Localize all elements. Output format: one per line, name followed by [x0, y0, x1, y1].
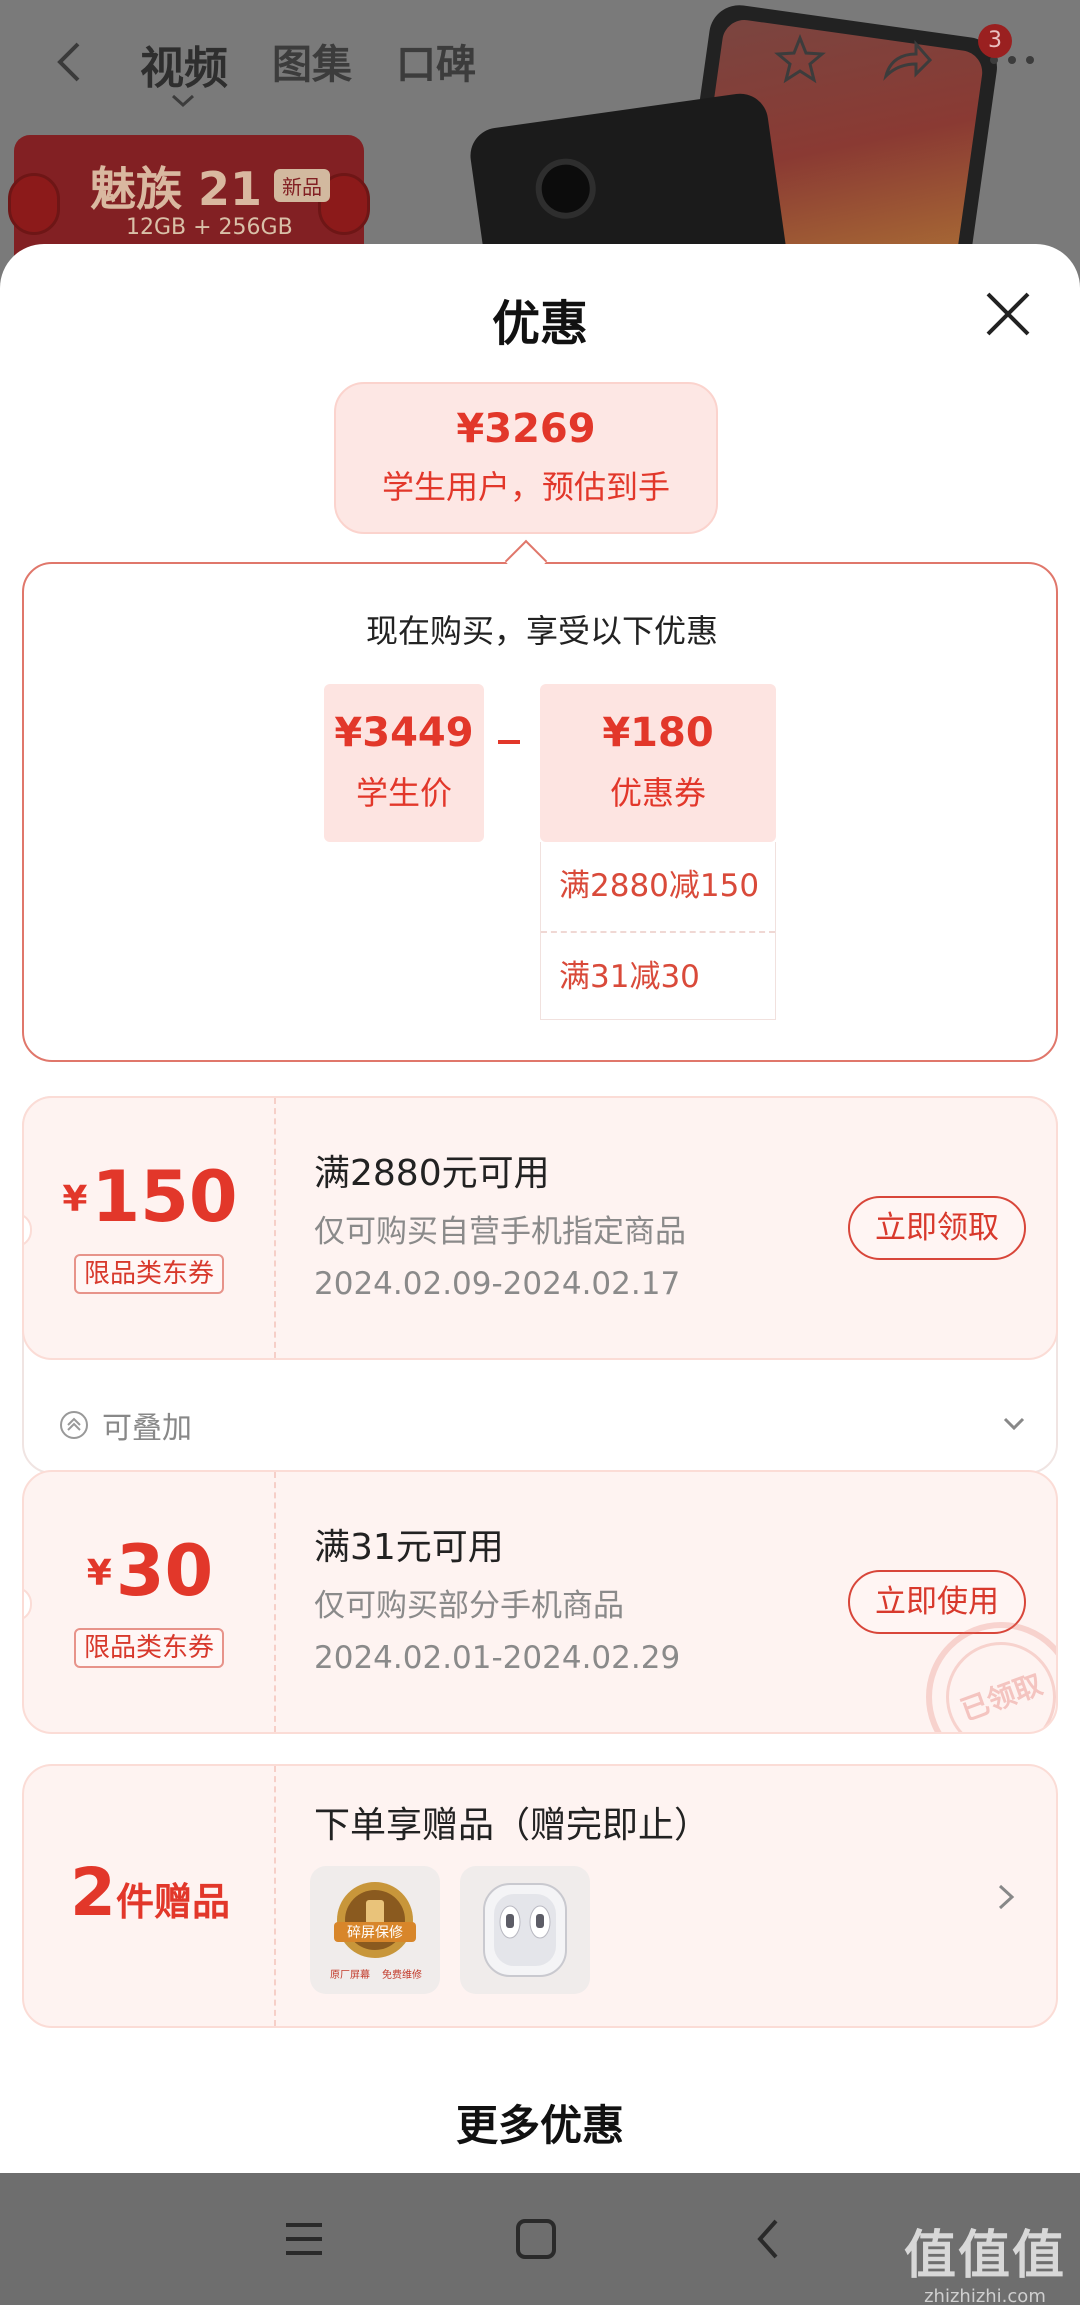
- coupon-value: 150: [91, 1156, 238, 1238]
- estimated-price: ¥3269: [456, 406, 596, 452]
- home-icon[interactable]: [508, 2211, 564, 2267]
- coupon-card: ¥150 限品类东券 满2880元可用 仅可购买自营手机指定商品 2024.02…: [22, 1096, 1058, 1360]
- tab-video[interactable]: 视频: [140, 32, 228, 96]
- coupon-tag: 限品类东券: [74, 1254, 224, 1294]
- banner-new-tag: 新品: [274, 169, 330, 202]
- gift-card[interactable]: 2件赠品 下单享赠品（赠完即止） 碎屏保修 原厂屏幕 免费维修: [22, 1764, 1058, 2028]
- gift-badge-text: 碎屏保修: [347, 1925, 403, 1941]
- menu-icon[interactable]: [276, 2211, 332, 2267]
- banner-title: 魅族 21: [90, 162, 263, 216]
- top-nav: 视频 图集 口碑 3: [0, 22, 1080, 108]
- gift-count: 2件赠品: [24, 1854, 276, 1931]
- coupon-desc: 仅可购买部分手机商品: [314, 1588, 624, 1624]
- coupon-date: 2024.02.01-2024.02.29: [314, 1640, 681, 1676]
- coupon-rules: 满2880减150 满31减30: [540, 842, 776, 1020]
- coupon-desc: 仅可购买自营手机指定商品: [314, 1214, 686, 1250]
- tab-gallery[interactable]: 图集: [272, 32, 352, 96]
- breakdown-title: 现在购买，享受以下优惠: [365, 612, 718, 650]
- student-price-label: 学生价: [355, 774, 452, 812]
- student-price-value: ¥3449: [334, 710, 474, 756]
- gift-title: 下单享赠品（赠完即止）: [314, 1805, 711, 1846]
- watermark: 值值值 zhizhizhi.com: [904, 2213, 1066, 2305]
- coupon-total-label: 优惠券: [609, 774, 706, 812]
- top-actions: 3: [772, 24, 1040, 90]
- coupon-date: 2024.02.09-2024.02.17: [314, 1266, 681, 1302]
- watermark-url: zhizhizhi.com: [924, 2286, 1046, 2305]
- currency-symbol: ¥: [86, 1553, 112, 1594]
- coupon-value: 30: [115, 1530, 214, 1612]
- stackable-label: 可叠加: [102, 1411, 192, 1446]
- top-tabs: 视频 图集 口碑: [140, 32, 476, 96]
- sheet-title: 优惠: [491, 296, 588, 352]
- claim-coupon-button[interactable]: 立即领取: [848, 1196, 1026, 1260]
- back-icon[interactable]: [742, 2211, 798, 2267]
- earbuds-gift-image: [460, 1866, 590, 1994]
- close-icon[interactable]: [980, 286, 1036, 342]
- star-icon[interactable]: [772, 32, 828, 88]
- coupon-tag: 限品类东券: [74, 1628, 224, 1668]
- coupon-rule: 满31减30: [541, 931, 775, 1020]
- screen-warranty-gift-image: 碎屏保修 原厂屏幕 免费维修: [310, 1866, 440, 1994]
- currency-symbol: ¥: [62, 1179, 88, 1220]
- banner-spec: 12GB + 256GB: [126, 215, 293, 240]
- coupon-card: ¥30 限品类东券 满31元可用 仅可购买部分手机商品 2024.02.01-2…: [22, 1470, 1058, 1734]
- system-nav-bar: 值值值 zhizhizhi.com: [0, 2173, 1080, 2305]
- gift-caption: 免费维修: [382, 1968, 422, 1981]
- coupon-title: 满31元可用: [314, 1527, 504, 1568]
- coupon-amount: ¥30: [24, 1530, 276, 1612]
- gift-count-number: 2: [70, 1854, 116, 1931]
- chevron-down-icon: [170, 90, 196, 115]
- more-menu[interactable]: 3: [978, 24, 1040, 90]
- tab-reviews[interactable]: 口碑: [396, 32, 476, 96]
- coupon-rule: 满2880减150: [559, 868, 760, 904]
- gift-images: 碎屏保修 原厂屏幕 免费维修: [310, 1866, 590, 1994]
- coupon-total-cell: ¥180 优惠券: [540, 684, 776, 842]
- share-icon[interactable]: [878, 32, 934, 88]
- back-icon[interactable]: [40, 32, 100, 92]
- discount-sheet: 优惠 ¥3269 学生用户，预估到手 现在购买，享受以下优惠 ¥3449 学生价…: [0, 244, 1080, 2174]
- coupon-amount: ¥150: [24, 1156, 276, 1238]
- gift-count-label: 件赠品: [115, 1880, 230, 1924]
- claimed-stamp: 已领取: [926, 1622, 1056, 1732]
- price-breakdown: 现在购买，享受以下优惠 ¥3449 学生价 ¥180 优惠券 满2880减150…: [22, 562, 1058, 1062]
- notification-badge: 3: [978, 24, 1012, 58]
- gift-caption: 原厂屏幕: [330, 1968, 370, 1981]
- coupon-title: 满2880元可用: [314, 1153, 550, 1194]
- chevron-right-icon[interactable]: [994, 1880, 1018, 1914]
- chevron-down-icon[interactable]: [1000, 1410, 1028, 1438]
- student-price-cell: ¥3449 学生价: [324, 684, 484, 842]
- coupon-total-value: ¥180: [602, 710, 714, 756]
- minus-sign: [498, 740, 520, 744]
- more-offers-title: 更多优惠: [455, 2101, 624, 2150]
- stack-icon: [60, 1411, 88, 1439]
- stackable-row[interactable]: 可叠加: [58, 1403, 192, 1447]
- lantern-icon: [8, 173, 60, 235]
- estimated-price-box: ¥3269 学生用户，预估到手: [334, 382, 718, 534]
- estimated-price-label: 学生用户，预估到手: [381, 468, 670, 506]
- watermark-logo: 值值值: [903, 2226, 1066, 2286]
